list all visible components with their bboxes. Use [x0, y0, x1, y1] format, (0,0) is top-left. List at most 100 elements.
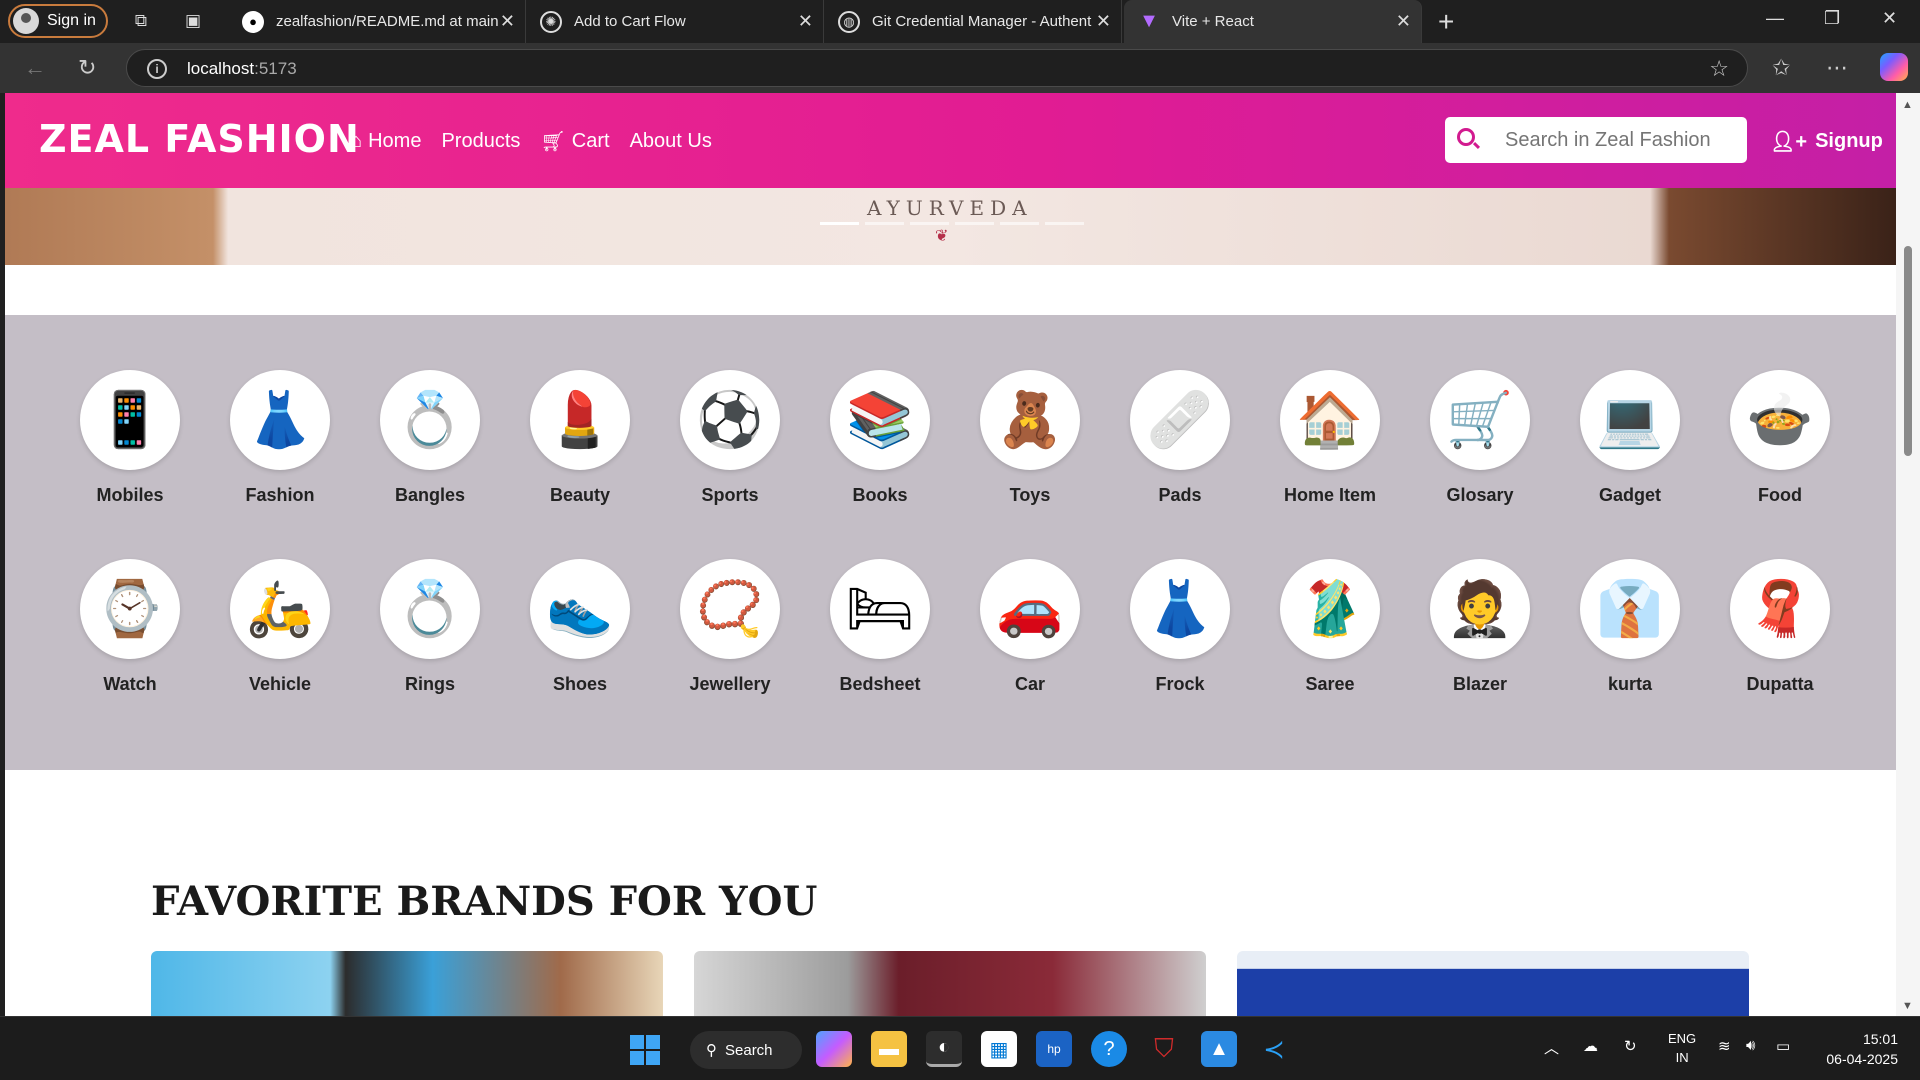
vscode-icon[interactable]: ≺ — [1256, 1031, 1292, 1067]
favorites-icon[interactable]: ✩ — [1772, 55, 1790, 81]
edge-browser-icon[interactable]: ◐ — [926, 1031, 962, 1067]
signup-button[interactable]: 👤︎+ Signup — [1770, 129, 1883, 154]
carousel-dot[interactable] — [955, 222, 994, 225]
category-item[interactable]: 📱 Mobiles — [55, 370, 205, 506]
category-item[interactable]: 🛒 Glosary — [1405, 370, 1555, 506]
copilot-app-icon[interactable] — [816, 1031, 852, 1067]
file-explorer-icon[interactable]: ▬ — [871, 1031, 907, 1067]
brand-card[interactable] — [1237, 951, 1749, 1016]
category-item[interactable]: 👟 Shoes — [505, 559, 655, 695]
carousel-dot[interactable] — [1045, 222, 1084, 225]
volume-icon[interactable]: 🔊︎ — [1746, 1037, 1755, 1054]
category-item[interactable]: 💻 Gadget — [1555, 370, 1705, 506]
close-window-icon[interactable]: ✕ — [1882, 8, 1897, 29]
language-indicator[interactable]: ENG IN — [1668, 1029, 1696, 1067]
close-tab-icon[interactable]: ✕ — [500, 11, 515, 32]
tab-vite-react[interactable]: ▼ Vite + React ✕ — [1124, 0, 1422, 43]
close-tab-icon[interactable]: ✕ — [1096, 11, 1111, 32]
category-item[interactable]: 🩹 Pads — [1105, 370, 1255, 506]
carousel-dot[interactable] — [910, 222, 949, 225]
site-logo[interactable]: ZEAL FASHION — [39, 117, 360, 161]
favorite-star-icon[interactable]: ☆ — [1709, 56, 1729, 82]
brand-card[interactable] — [694, 951, 1206, 1016]
page-scrollbar[interactable]: ▲ ▼ — [1896, 93, 1920, 1016]
reload-icon[interactable]: ↻ — [78, 55, 96, 81]
workspaces-icon[interactable]: ⧉ — [130, 10, 152, 32]
minimize-icon[interactable]: — — [1766, 8, 1784, 29]
nav-about-us[interactable]: About Us — [630, 129, 712, 154]
site-info-icon[interactable]: i — [147, 59, 167, 79]
url-field[interactable]: i localhost:5173 ☆ — [126, 49, 1748, 87]
help-icon[interactable]: ? — [1091, 1031, 1127, 1067]
battery-icon[interactable]: ▭ — [1776, 1037, 1790, 1055]
ornament-icon: ❦ — [935, 228, 949, 245]
nav-home[interactable]: ⌂ Home — [350, 129, 421, 154]
carousel-dot[interactable] — [820, 222, 859, 225]
tab-github-readme[interactable]: ● zealfashion/README.md at main ✕ — [228, 0, 526, 43]
category-item[interactable]: ⌚ Watch — [55, 559, 205, 695]
onedrive-icon[interactable]: ☁ — [1583, 1037, 1598, 1055]
search-icon[interactable] — [1457, 128, 1475, 146]
category-image: 👟 — [530, 559, 630, 659]
category-item[interactable]: 📿 Jewellery — [655, 559, 805, 695]
microsoft-store-icon[interactable]: ▦ — [981, 1031, 1017, 1067]
category-item[interactable]: 🧸 Toys — [955, 370, 1105, 506]
new-tab-button[interactable]: + — [1438, 6, 1454, 38]
category-item[interactable]: 👗 Fashion — [205, 370, 355, 506]
category-item[interactable]: 👗 Frock — [1105, 559, 1255, 695]
tab-actions-icon[interactable]: ▣ — [182, 10, 204, 32]
category-image: 🧸 — [980, 370, 1080, 470]
category-item[interactable]: 💍 Rings — [355, 559, 505, 695]
category-item[interactable]: 🧣 Dupatta — [1705, 559, 1855, 695]
photos-icon[interactable]: ▲ — [1201, 1031, 1237, 1067]
tab-title: Add to Cart Flow — [574, 13, 686, 30]
taskbar-search-button[interactable]: ⚲ Search — [690, 1031, 802, 1069]
category-image: 👗 — [230, 370, 330, 470]
category-label: Toys — [1009, 485, 1051, 505]
windows-start-icon[interactable] — [630, 1035, 660, 1065]
scroll-down-icon[interactable]: ▼ — [1902, 1000, 1913, 1012]
category-item[interactable]: ⚽ Sports — [655, 370, 805, 506]
category-item[interactable]: 🚗 Car — [955, 559, 1105, 695]
brand-card[interactable] — [151, 951, 663, 1016]
copilot-icon[interactable] — [1880, 53, 1908, 81]
close-tab-icon[interactable]: ✕ — [1396, 11, 1411, 32]
category-item[interactable]: 🛏 Bedsheet — [805, 559, 955, 695]
category-item[interactable]: 📚 Books — [805, 370, 955, 506]
region-code: IN — [1675, 1050, 1689, 1065]
more-menu-icon[interactable]: ⋯ — [1826, 55, 1848, 81]
myhp-icon[interactable]: hp — [1036, 1031, 1072, 1067]
category-item[interactable]: 🤵 Blazer — [1405, 559, 1555, 695]
carousel-dot[interactable] — [865, 222, 904, 225]
scroll-up-icon[interactable]: ▲ — [1902, 99, 1913, 111]
hero-carousel[interactable]: AYURVEDA ❦ — [5, 188, 1896, 265]
search-input[interactable] — [1505, 117, 1741, 163]
restore-icon[interactable]: ❐ — [1824, 8, 1840, 29]
category-label: Vehicle — [248, 674, 312, 694]
category-item[interactable]: 🏠 Home Item — [1255, 370, 1405, 506]
category-label: Fashion — [245, 485, 315, 505]
category-item[interactable]: 🍲 Food — [1705, 370, 1855, 506]
back-icon[interactable]: ← — [24, 55, 46, 81]
wifi-icon[interactable]: ≋ — [1718, 1037, 1731, 1055]
sync-icon[interactable]: ↻ — [1624, 1037, 1637, 1055]
profile-signin-button[interactable]: Sign in — [8, 4, 108, 38]
system-clock[interactable]: 15:01 06-04-2025 — [1818, 1029, 1898, 1069]
carousel-dot[interactable] — [1000, 222, 1039, 225]
nav-cart[interactable]: 🛒︎ Cart — [540, 129, 609, 154]
tab-title: Git Credential Manager - Authent — [872, 13, 1092, 30]
category-item[interactable]: 💄 Beauty — [505, 370, 655, 506]
scrollbar-thumb[interactable] — [1904, 246, 1912, 456]
tab-git-credential-manager[interactable]: ◍ Git Credential Manager - Authent ✕ — [824, 0, 1122, 43]
show-hidden-icons[interactable]: ︿ — [1544, 1037, 1559, 1058]
category-item[interactable]: 👔 kurta — [1555, 559, 1705, 695]
close-tab-icon[interactable]: ✕ — [798, 11, 813, 32]
nav-products[interactable]: Products — [441, 129, 520, 154]
category-item[interactable]: 🥻 Saree — [1255, 559, 1405, 695]
category-item[interactable]: 🛵 Vehicle — [205, 559, 355, 695]
category-label: Beauty — [549, 485, 611, 505]
tab-add-to-cart-flow[interactable]: ✺ Add to Cart Flow ✕ — [526, 0, 824, 43]
mcafee-icon[interactable]: ⛉ — [1146, 1031, 1182, 1067]
category-item[interactable]: 💍 Bangles — [355, 370, 505, 506]
category-label: Dupatta — [1746, 674, 1814, 694]
